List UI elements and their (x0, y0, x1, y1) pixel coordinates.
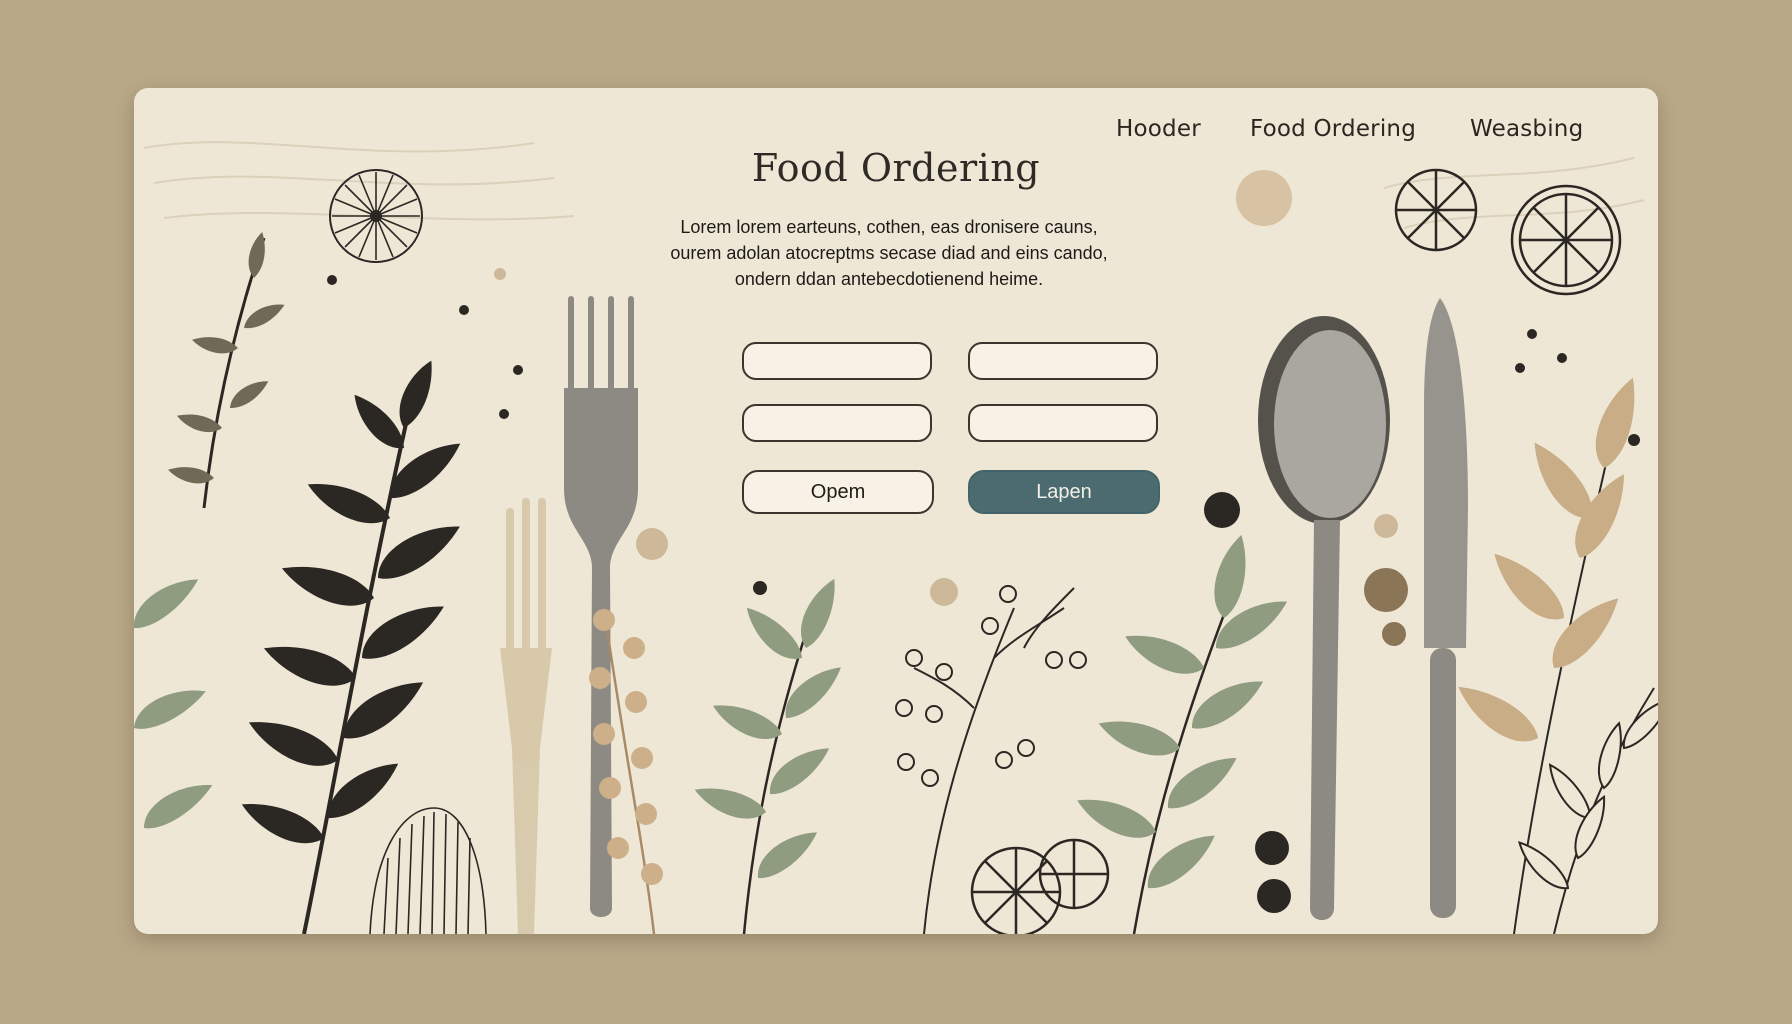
blossom-sprig (895, 585, 1087, 934)
citrus-slice-icon (970, 846, 1062, 934)
leaf-branch-icon (166, 230, 289, 509)
intro-line: Lorem lorem earteuns, cothen, eas dronis… (680, 217, 1098, 237)
striped-pod (369, 807, 487, 934)
fork-icon (564, 296, 638, 917)
open-button[interactable]: Opem (742, 470, 934, 514)
order-field-1[interactable] (742, 342, 932, 380)
spoon-icon (1258, 316, 1390, 920)
berry (1204, 492, 1240, 528)
page-title: Food Ordering (751, 146, 1041, 190)
leaf-branch-icon (694, 578, 841, 934)
intro-text: Lorem lorem earteuns, cothen, eas dronis… (574, 214, 1204, 292)
leaf-branch-icon (241, 360, 461, 934)
login-button[interactable]: Lapen (968, 470, 1160, 514)
fork-icon (500, 498, 552, 934)
page-card: Hooder Food Ordering Weasbing Food Order… (134, 88, 1658, 934)
citrus-slice-icon (1510, 184, 1622, 296)
nav-link-hooder[interactable]: Hooder (1116, 116, 1201, 142)
nav-link-weasbing[interactable]: Weasbing (1470, 116, 1583, 142)
knife-icon (1424, 298, 1468, 918)
leaf-branch-icon (1517, 687, 1658, 934)
order-field-3[interactable] (742, 404, 932, 442)
leaf-branch-icon (1458, 377, 1635, 934)
nav-link-food-ordering[interactable]: Food Ordering (1250, 116, 1416, 142)
order-field-2[interactable] (968, 342, 1158, 380)
intro-line: ondern ddan antebecdotienend heime. (734, 269, 1044, 289)
berry (1257, 879, 1291, 913)
order-field-4[interactable] (968, 404, 1158, 442)
berry (1255, 831, 1289, 865)
intro-line: ourem adolan atocreptms secase diad and … (670, 243, 1108, 263)
citrus-slice-icon (1038, 838, 1110, 910)
